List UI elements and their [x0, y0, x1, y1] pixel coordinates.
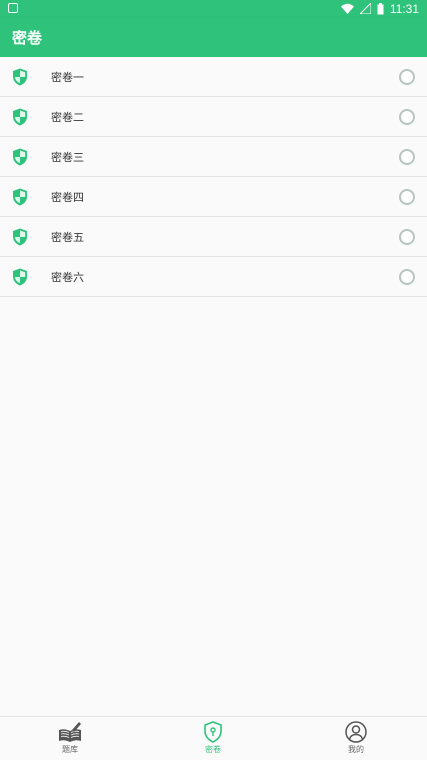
list-item-label: 密卷三: [51, 151, 84, 164]
list-item[interactable]: 密卷六: [0, 257, 427, 297]
radio-button[interactable]: [399, 229, 415, 245]
book-pen-icon: [59, 722, 81, 742]
shield-icon: [13, 148, 27, 166]
list-item-label: 密卷二: [51, 111, 84, 124]
shield-icon: [13, 108, 27, 126]
radio-button[interactable]: [399, 69, 415, 85]
wifi-icon: [340, 3, 354, 14]
nav-label: 我的: [348, 745, 364, 754]
bottom-nav: 题库 密卷 我的: [0, 716, 427, 760]
list-item[interactable]: 密卷二: [0, 97, 427, 137]
battery-icon: [377, 2, 384, 14]
list-item-label: 密卷四: [51, 191, 84, 204]
status-time: 11:31: [389, 1, 419, 16]
paper-list: 密卷一 密卷二 密卷三 密卷四 密卷五 密卷六: [0, 57, 427, 297]
status-icons: 11:31: [340, 1, 419, 16]
list-item-label: 密卷五: [51, 231, 84, 244]
shield-icon: [13, 68, 27, 86]
shield-icon: [13, 188, 27, 206]
status-bar: 11:31: [0, 0, 427, 17]
nav-label: 题库: [62, 745, 78, 754]
notification-app-icon: [8, 3, 18, 13]
list-item-label: 密卷一: [51, 71, 84, 84]
nav-tab-question-bank[interactable]: 题库: [40, 721, 100, 755]
radio-button[interactable]: [399, 149, 415, 165]
shield-lock-icon: [204, 721, 222, 743]
list-item[interactable]: 密卷四: [0, 177, 427, 217]
list-item[interactable]: 密卷五: [0, 217, 427, 257]
shield-icon: [13, 228, 27, 246]
radio-button[interactable]: [399, 189, 415, 205]
nav-label: 密卷: [205, 745, 221, 754]
nav-tab-secret-papers[interactable]: 密卷: [183, 721, 243, 755]
list-item[interactable]: 密卷一: [0, 57, 427, 97]
radio-button[interactable]: [399, 109, 415, 125]
nav-tab-profile[interactable]: 我的: [326, 721, 386, 755]
list-item-label: 密卷六: [51, 271, 84, 284]
page-title: 密卷: [12, 29, 43, 47]
list-item[interactable]: 密卷三: [0, 137, 427, 177]
no-signal-icon: [359, 3, 371, 14]
user-icon: [345, 721, 367, 743]
shield-icon: [13, 268, 27, 286]
radio-button[interactable]: [399, 269, 415, 285]
app-bar: 密卷: [0, 17, 427, 57]
